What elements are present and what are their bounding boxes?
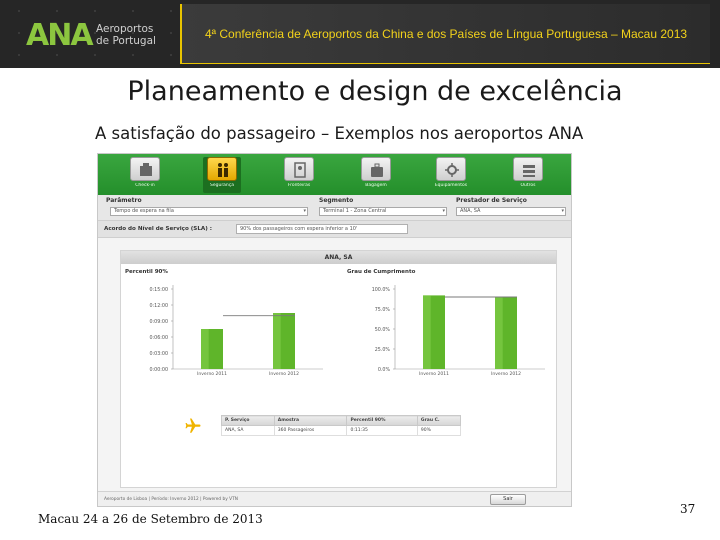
table-cell: 0:11:35 xyxy=(346,425,418,436)
slide-subtitle: A satisfação do passageiro – Exemplos no… xyxy=(95,124,584,143)
y-tick-label: 0:03:00 xyxy=(150,351,169,357)
grau-chart-svg: 0.0% 25.0% 50.0% 75.0% 100.0% Inverno 2011 Inv… xyxy=(372,285,545,377)
nav-icon-box xyxy=(130,157,160,181)
parametro-value: Tempo de espera na fila xyxy=(114,208,174,214)
slide-date: Macau 24 a 26 de Setembro de 2013 xyxy=(38,512,263,526)
app-footer-text: Aeroporto de Lisboa | Período: Inverno 2… xyxy=(104,497,238,502)
checkin-icon xyxy=(140,163,152,176)
table-header-cell: Amostra xyxy=(273,415,348,426)
sla-value: 90% dos passageiros com espera inferior … xyxy=(236,224,408,234)
nav-item-label: Fronteiras xyxy=(287,183,311,188)
bar-highlight xyxy=(495,297,503,369)
bar-highlight xyxy=(201,329,209,369)
nav-item-checkin[interactable]: Check-in xyxy=(126,157,164,193)
nav-item-label: Segurança xyxy=(209,183,235,188)
percentil-chart: Percentil 90% 0:00:00 0:03:00 0:06:00 0:09:… xyxy=(121,267,331,387)
x-tick-label: Inverno 2012 xyxy=(269,371,299,377)
y-tick-label: 0:00:00 xyxy=(150,367,169,373)
others-icon xyxy=(523,165,535,177)
summary-table: P. Serviço Amostra Percentil 90% Grau C.… xyxy=(221,415,462,436)
x-tick-label: Inverno 2011 xyxy=(419,371,449,377)
bar-highlight xyxy=(423,295,431,369)
segmento-value: Terminal 1 - Zona Central xyxy=(323,208,387,214)
filter-bar: Parâmetro Tempo de espera na fila ▾ Segme… xyxy=(98,195,571,221)
segmento-label: Segmento xyxy=(319,197,354,204)
conference-title: 4ª Conferência de Aeroportos da China e … xyxy=(204,27,688,41)
y-tick-label: 100.0% xyxy=(372,287,391,293)
nav-item-security[interactable]: Segurança xyxy=(203,157,241,193)
nav-item-label: Bagagem xyxy=(365,183,387,188)
border-icon xyxy=(294,162,306,178)
table-header-row: P. Serviço Amostra Percentil 90% Grau C. xyxy=(221,415,462,426)
table-header-cell: Grau C. xyxy=(416,415,462,426)
sla-label: Acordo do Nível de Serviço (SLA) : xyxy=(104,226,212,232)
parametro-select[interactable]: Tempo de espera na fila ▾ xyxy=(110,207,308,216)
chevron-down-icon: ▾ xyxy=(561,208,564,214)
nav-item-label: Equipamentos xyxy=(434,183,468,188)
x-tick-label: Inverno 2011 xyxy=(197,371,227,377)
table-row: ANA, SA 360 Passageiros 0:11:35 90% xyxy=(221,425,462,436)
table-header-cell: Percentil 90% xyxy=(346,415,418,426)
table-cell: ANA, SA xyxy=(221,425,275,436)
logo-text: Aeroportos de Portugal xyxy=(96,23,156,47)
nav-item-label: Check-in xyxy=(135,183,155,188)
nav-item-others[interactable]: Outros xyxy=(509,157,547,193)
security-icon xyxy=(218,163,228,177)
nav-icon-box xyxy=(361,157,391,181)
nav-icon-box xyxy=(284,157,314,181)
app-footer: Aeroporto de Lisboa | Período: Inverno 2… xyxy=(98,491,571,506)
nav-item-equipment[interactable]: Equipamentos xyxy=(432,157,470,193)
segmento-select[interactable]: Terminal 1 - Zona Central ▾ xyxy=(319,207,447,216)
airplane-icon xyxy=(185,418,201,433)
nav-item-border[interactable]: Fronteiras xyxy=(280,157,318,193)
grau-chart: Grau de Cumprimento 0.0% 25.0% 50.0% 75.0% 1… xyxy=(343,267,553,387)
prestador-value: ANA, SA xyxy=(460,208,481,214)
panel-title: ANA, SA xyxy=(121,251,556,264)
prestador-select[interactable]: ANA, SA ▾ xyxy=(456,207,566,216)
chevron-down-icon: ▾ xyxy=(442,208,445,214)
nav-item-label: Outros xyxy=(520,183,536,188)
page-number: 37 xyxy=(680,502,696,516)
top-banner: ANA Aeroportos de Portugal 4ª Conferênci… xyxy=(0,0,720,68)
y-tick-label: 50.0% xyxy=(375,327,391,333)
ana-logo: ANA Aeroportos de Portugal xyxy=(26,18,176,54)
y-tick-label: 75.0% xyxy=(375,307,391,313)
y-tick-label: 0:15:00 xyxy=(150,287,169,293)
table-cell: 360 Passageiros xyxy=(273,425,348,436)
exit-button[interactable]: Sair xyxy=(490,494,526,505)
percentil-chart-svg: 0:00:00 0:03:00 0:06:00 0:09:00 0:12:00 0:15:… xyxy=(150,285,323,377)
app-window: Check-in Segurança Fronteiras Bagagem Equipa… xyxy=(97,153,572,507)
y-tick-label: 0:12:00 xyxy=(150,303,169,309)
table-header-cell: P. Serviço xyxy=(221,415,275,426)
equipment-icon xyxy=(445,163,459,177)
x-tick-label: Inverno 2012 xyxy=(491,371,521,377)
sla-bar: Acordo do Nível de Serviço (SLA) : 90% d… xyxy=(98,221,571,238)
bar-highlight xyxy=(273,313,281,369)
nav-icon-box xyxy=(513,157,543,181)
logo-mark: ANA xyxy=(26,18,94,53)
logo-line1: Aeroportos xyxy=(96,23,154,35)
nav-icon-box xyxy=(207,157,237,181)
slide-title: Planeamento e design de excelência xyxy=(127,76,623,107)
chevron-down-icon: ▾ xyxy=(303,208,306,214)
table-cell: 90% xyxy=(416,425,462,436)
baggage-icon xyxy=(371,163,383,177)
results-panel: ANA, SA Percentil 90% 0:00:00 0:03:00 0:06… xyxy=(120,250,557,488)
prestador-label: Prestador de Serviço xyxy=(456,197,527,204)
y-tick-label: 0:09:00 xyxy=(150,319,169,325)
y-tick-label: 25.0% xyxy=(375,347,391,353)
y-tick-label: 0:06:00 xyxy=(150,335,169,341)
parametro-label: Parâmetro xyxy=(106,197,142,204)
category-toolbar: Check-in Segurança Fronteiras Bagagem Equipa… xyxy=(98,154,571,195)
conference-box: 4ª Conferência de Aeroportos da China e … xyxy=(180,4,710,64)
logo-line2: de Portugal xyxy=(96,35,156,47)
y-tick-label: 0.0% xyxy=(378,367,391,373)
nav-item-baggage[interactable]: Bagagem xyxy=(357,157,395,193)
nav-icon-box xyxy=(436,157,466,181)
